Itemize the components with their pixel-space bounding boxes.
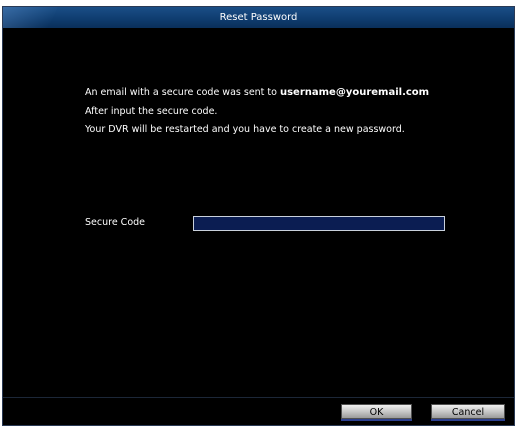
dialog-title: Reset Password (219, 12, 298, 23)
message-line-email-prefix: An email with a secure code was sent to (85, 87, 280, 98)
cancel-button[interactable]: Cancel (431, 404, 505, 419)
message-line-instruction: After input the secure code. (85, 106, 218, 117)
secure-code-label: Secure Code (85, 217, 146, 228)
message-line-email: An email with a secure code was sent to … (85, 87, 429, 98)
dialog-body: An email with a secure code was sent to … (7, 32, 510, 400)
reset-password-dialog: Reset Password An email with a secure co… (2, 6, 515, 426)
dialog-footer: OK Cancel (3, 397, 514, 425)
email-address: username@youremail.com (279, 87, 430, 98)
ok-button[interactable]: OK (341, 404, 412, 419)
secure-code-input[interactable] (193, 216, 445, 231)
message-line-restart: Your DVR will be restarted and you have … (85, 124, 405, 135)
dialog-titlebar: Reset Password (3, 7, 514, 28)
